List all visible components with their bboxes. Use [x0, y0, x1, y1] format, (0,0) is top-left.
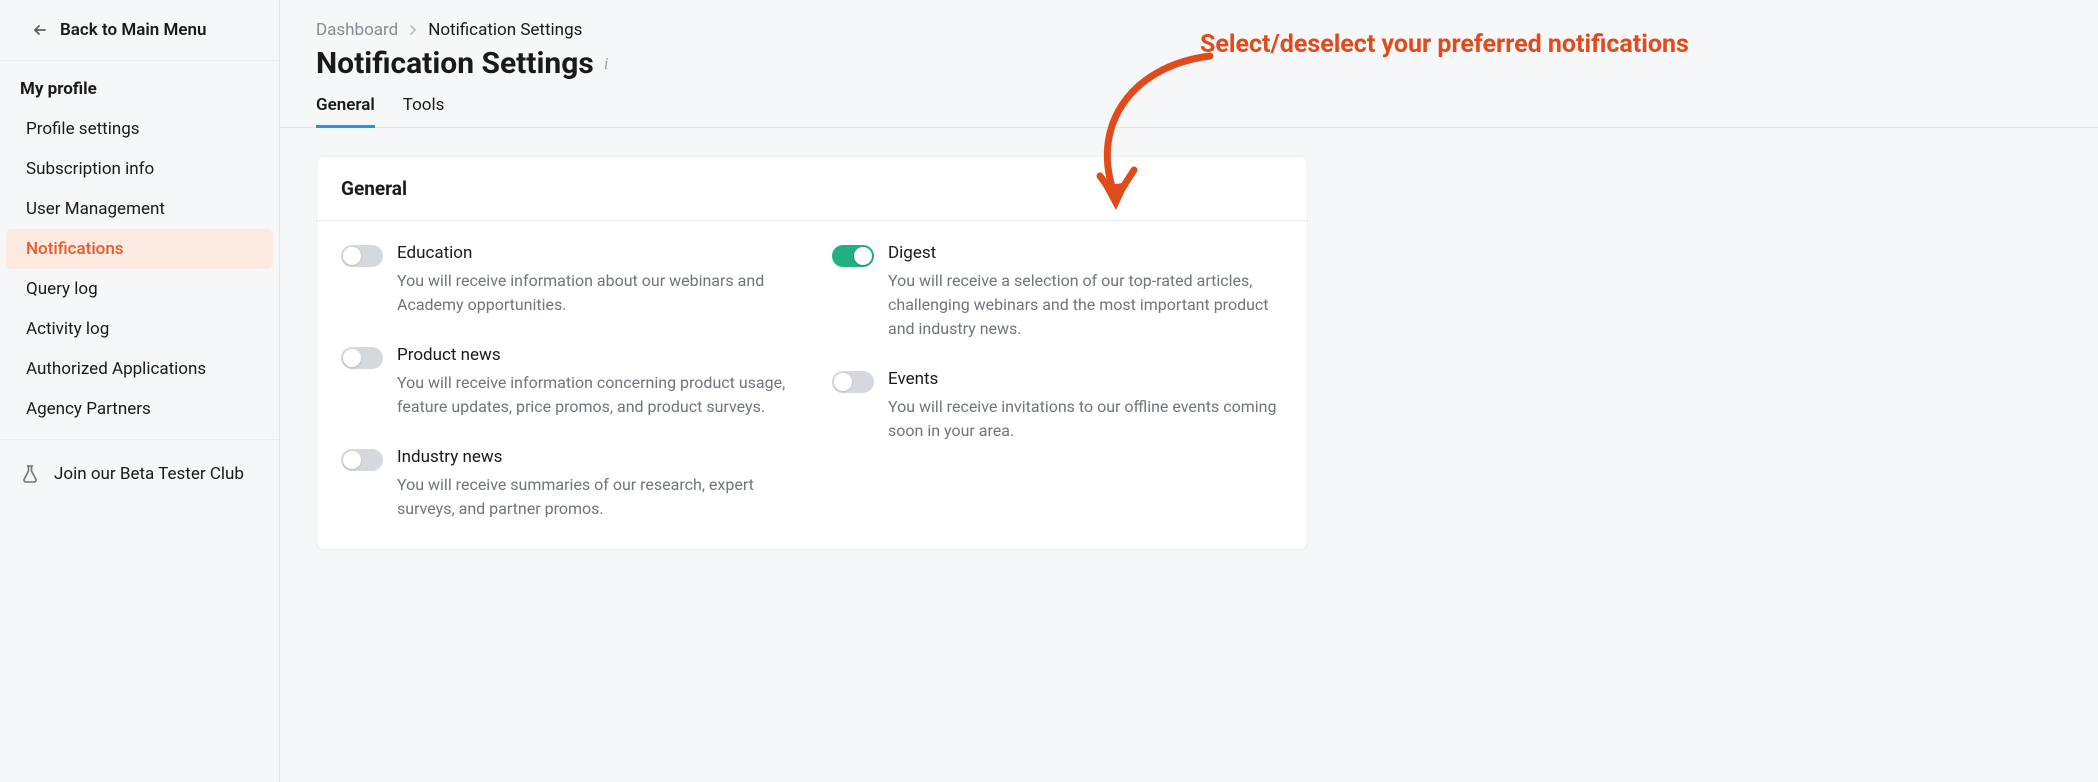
setting-desc: You will receive a selection of our top-… [888, 269, 1283, 341]
sidebar-item-subscription-info[interactable]: Subscription info [6, 149, 273, 189]
setting-title: Events [888, 369, 1283, 389]
toggle-education[interactable] [341, 245, 383, 267]
settings-card: General Education You will receive infor… [316, 156, 1308, 550]
page-title-row: Notification Settings i [316, 46, 2062, 81]
setting-industry-news: Industry news You will receive summaries… [341, 447, 792, 521]
toggle-product-news[interactable] [341, 347, 383, 369]
setting-events: Events You will receive invitations to o… [832, 369, 1283, 443]
sidebar-item-agency-partners[interactable]: Agency Partners [6, 389, 273, 429]
setting-education: Education You will receive information a… [341, 243, 792, 317]
setting-desc: You will receive information about our w… [397, 269, 792, 317]
sidebar-divider [0, 439, 279, 440]
flask-icon [20, 464, 40, 484]
info-icon[interactable]: i [604, 54, 609, 74]
main-content: Dashboard Notification Settings Notifica… [280, 0, 2098, 782]
annotation-text: Select/deselect your preferred notificat… [1200, 30, 1689, 59]
tab-tools[interactable]: Tools [403, 95, 445, 127]
toggle-events[interactable] [832, 371, 874, 393]
sidebar: Back to Main Menu My profile Profile set… [0, 0, 280, 782]
beta-label: Join our Beta Tester Club [54, 464, 244, 484]
setting-desc: You will receive information concerning … [397, 371, 792, 419]
setting-digest: Digest You will receive a selection of o… [832, 243, 1283, 341]
breadcrumb-dashboard[interactable]: Dashboard [316, 20, 398, 40]
chevron-right-icon [408, 25, 418, 35]
tabs: General Tools [280, 95, 2098, 128]
toggle-digest[interactable] [832, 245, 874, 267]
setting-desc: You will receive summaries of our resear… [397, 473, 792, 521]
setting-desc: You will receive invitations to our offl… [888, 395, 1283, 443]
toggle-industry-news[interactable] [341, 449, 383, 471]
sidebar-section-title: My profile [0, 61, 279, 109]
card-heading: General [317, 157, 1307, 221]
setting-title: Digest [888, 243, 1283, 263]
setting-title: Industry news [397, 447, 792, 467]
arrow-left-icon [32, 22, 48, 38]
setting-product-news: Product news You will receive informatio… [341, 345, 792, 419]
sidebar-item-profile-settings[interactable]: Profile settings [6, 109, 273, 149]
back-to-main-menu-link[interactable]: Back to Main Menu [0, 0, 279, 61]
sidebar-item-notifications[interactable]: Notifications [6, 229, 273, 269]
back-label: Back to Main Menu [60, 20, 206, 40]
sidebar-item-activity-log[interactable]: Activity log [6, 309, 273, 349]
sidebar-item-user-management[interactable]: User Management [6, 189, 273, 229]
page-title: Notification Settings [316, 46, 594, 81]
sidebar-item-query-log[interactable]: Query log [6, 269, 273, 309]
beta-tester-link[interactable]: Join our Beta Tester Club [0, 450, 279, 498]
breadcrumb: Dashboard Notification Settings [316, 20, 2062, 40]
tab-general[interactable]: General [316, 95, 375, 127]
setting-title: Education [397, 243, 792, 263]
sidebar-item-authorized-applications[interactable]: Authorized Applications [6, 349, 273, 389]
setting-title: Product news [397, 345, 792, 365]
breadcrumb-current: Notification Settings [428, 20, 582, 40]
